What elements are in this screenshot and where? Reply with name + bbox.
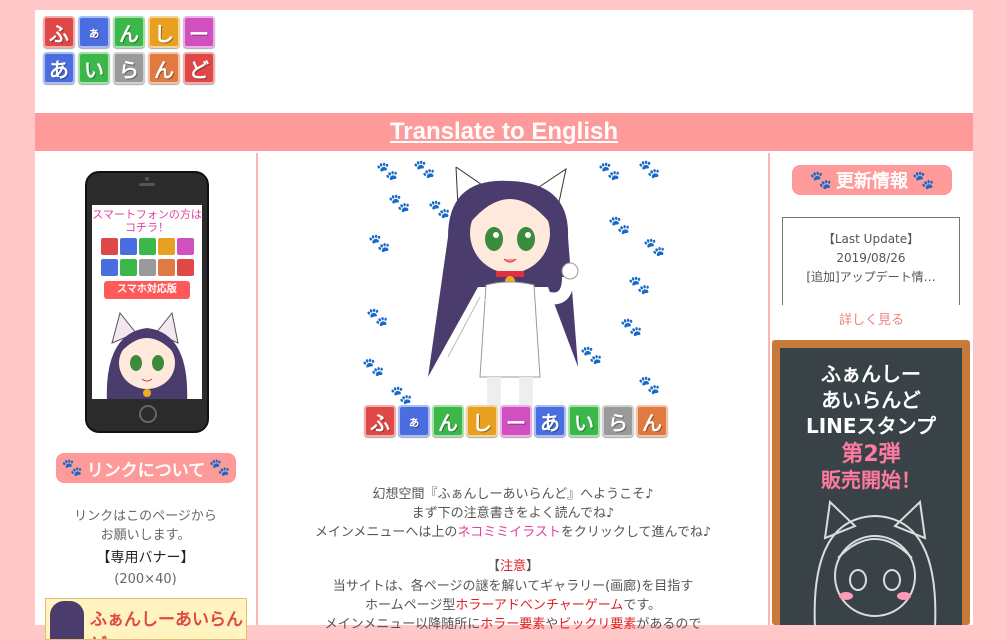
board-text: 販売開始！: [821, 468, 921, 492]
translate-bar: Translate to English: [35, 113, 973, 151]
catgirl-illustration-link[interactable]: 🐾 🐾 🐾 🐾 🐾 🐾 🐾 🐾 🐾 🐾 🐾 🐾 🐾 🐾 🐾 🐾 ふ ぁ ん し …: [358, 157, 668, 452]
logo-tile: し: [466, 405, 498, 437]
intro-line: まず下の注意書きをよく読んでね♪: [411, 506, 615, 521]
notice-heading: 【注意】: [258, 557, 768, 576]
intro-text: メインメニューへは上の: [314, 525, 458, 540]
board-text: あいらんど: [821, 388, 921, 412]
banner-title: ふぁんしーあいらんど: [90, 610, 243, 639]
logo-tile: ん: [636, 405, 668, 437]
logo-tile: い: [568, 405, 600, 437]
paw-icon: 🐾: [390, 385, 413, 406]
paw-icon: 🐾: [638, 375, 661, 396]
logo-tile: ぁ: [398, 405, 430, 437]
logo-tile: ら: [113, 52, 145, 84]
site-banner-image[interactable]: ふぁんしーあいらんど: [45, 598, 247, 640]
logo-tile: い: [78, 52, 110, 84]
intro-line: 幻想空間『ふぁんしーあいらんど』へようこそ♪: [372, 487, 654, 502]
logo-tile: ん: [113, 16, 145, 48]
camera-icon: [145, 177, 149, 181]
link-text: お願いします。: [100, 528, 191, 543]
paw-icon: 🐾: [209, 458, 231, 478]
logo-tile: ぁ: [78, 16, 110, 48]
link-heading: 🐾 リンクについて 🐾: [56, 453, 236, 483]
notice-word: 注意: [499, 559, 526, 574]
paw-icon: 🐾: [368, 233, 391, 254]
update-box: 【Last Update】 2019/08/26 [追加]アップデート情…: [782, 217, 960, 305]
banner-character: [50, 601, 84, 639]
neko-link[interactable]: ネコミミイラスト: [457, 525, 560, 540]
link-text: リンクはこのページから: [74, 509, 217, 524]
phone-screen: スマートフォンの方はコチラ！ スマホ対応版: [92, 205, 202, 399]
banner-label: 【専用バナー】: [96, 550, 195, 566]
logo-tile: あ: [43, 52, 75, 84]
site-logo[interactable]: ふ ぁ ん し ー あ い ら ん ど: [43, 16, 221, 88]
phone-caption: スマートフォンの方はコチラ！: [92, 208, 202, 234]
link-heading-text: リンクについて: [86, 460, 206, 481]
paw-icon: 🐾: [912, 169, 935, 191]
banner-size: (200×40): [114, 572, 177, 587]
logo-tile: あ: [534, 405, 566, 437]
chalkboard: ふぁんしー あいらんど LINEスタンプ 第2弾 販売開始！: [780, 348, 962, 628]
home-button-icon: [139, 405, 157, 423]
paw-icon: 🐾: [388, 193, 411, 214]
paw-icon: 🐾: [809, 169, 832, 191]
translate-link[interactable]: Translate to English: [390, 118, 618, 146]
update-date: 2019/08/26: [836, 251, 906, 265]
logo-tile: ー: [183, 16, 215, 48]
notice-line: ホームページ型ホラーアドベンチャーゲームです。: [258, 596, 768, 615]
intro-line: メインメニューへは上のネコミミイラストをクリックして進んでね♪: [258, 523, 768, 542]
notice-text: です。: [623, 598, 662, 613]
paw-icon: 🐾: [366, 307, 389, 328]
smartphone-link[interactable]: スマートフォンの方はコチラ！ スマホ対応版: [85, 171, 209, 433]
phone-logo: [97, 238, 197, 278]
more-link[interactable]: 詳しく見る: [770, 309, 973, 328]
paw-icon: 🐾: [362, 357, 385, 378]
paw-icon: 🐾: [628, 275, 651, 296]
logo-tile: ー: [500, 405, 532, 437]
chalk-catgirl-icon: [813, 499, 937, 628]
update-text: [追加]アップデート情…: [806, 270, 936, 284]
notice-highlight: ホラーアドベンチャーゲーム: [455, 598, 624, 613]
right-column: 🐾 更新情報 🐾 【Last Update】 2019/08/26 [追加]アッ…: [770, 153, 973, 628]
catgirl-icon: [106, 311, 188, 399]
board-text: LINEスタンプ: [806, 414, 936, 438]
logo-tile: ふ: [364, 405, 396, 437]
update-heading-text: 更新情報: [836, 171, 908, 192]
logo-tile: し: [148, 16, 180, 48]
paw-icon: 🐾: [643, 237, 666, 258]
line-stamp-banner[interactable]: ふぁんしー あいらんど LINEスタンプ 第2弾 販売開始！: [772, 340, 970, 628]
paw-icon: 🐾: [61, 458, 83, 478]
logo-tile: ら: [602, 405, 634, 437]
logo-tile: ふ: [43, 16, 75, 48]
main-column: 🐾 🐾 🐾 🐾 🐾 🐾 🐾 🐾 🐾 🐾 🐾 🐾 🐾 🐾 🐾 🐾 ふ ぁ ん し …: [258, 153, 768, 632]
smartphone-badge: スマホ対応版: [104, 281, 190, 299]
hero-logo: ふ ぁ ん し ー あ い ら ん: [364, 405, 668, 437]
logo-tile: ん: [148, 52, 180, 84]
logo-tile: ん: [432, 405, 464, 437]
left-column: スマートフォンの方はコチラ！ スマホ対応版 🐾 リンクについて 🐾 リンクはこの…: [35, 153, 256, 640]
paw-icon: 🐾: [376, 161, 399, 182]
catgirl-character-icon: [428, 167, 579, 407]
notice-line: 当サイトは、各ページの謎を解いてギャラリー(画廊)を目指す: [332, 579, 694, 594]
bracket: 【: [486, 559, 500, 574]
paw-icon: 🐾: [638, 159, 661, 180]
update-heading: 🐾 更新情報 🐾: [792, 165, 952, 195]
speaker-icon: [139, 183, 155, 186]
logo-tile: ど: [183, 52, 215, 84]
board-text: 第2弾: [841, 442, 901, 467]
board-text: ふぁんしー: [821, 362, 921, 386]
page: ふ ぁ ん し ー あ い ら ん ど Translate to English…: [35, 10, 973, 640]
update-label: 【Last Update】: [822, 232, 920, 246]
header: ふ ぁ ん し ー あ い ら ん ど: [35, 10, 973, 112]
bracket: 】: [526, 559, 540, 574]
notice-text: ホームページ型: [364, 598, 456, 613]
intro-text: をクリックして進んでね♪: [560, 525, 712, 540]
paw-icon: 🐾: [620, 317, 643, 338]
